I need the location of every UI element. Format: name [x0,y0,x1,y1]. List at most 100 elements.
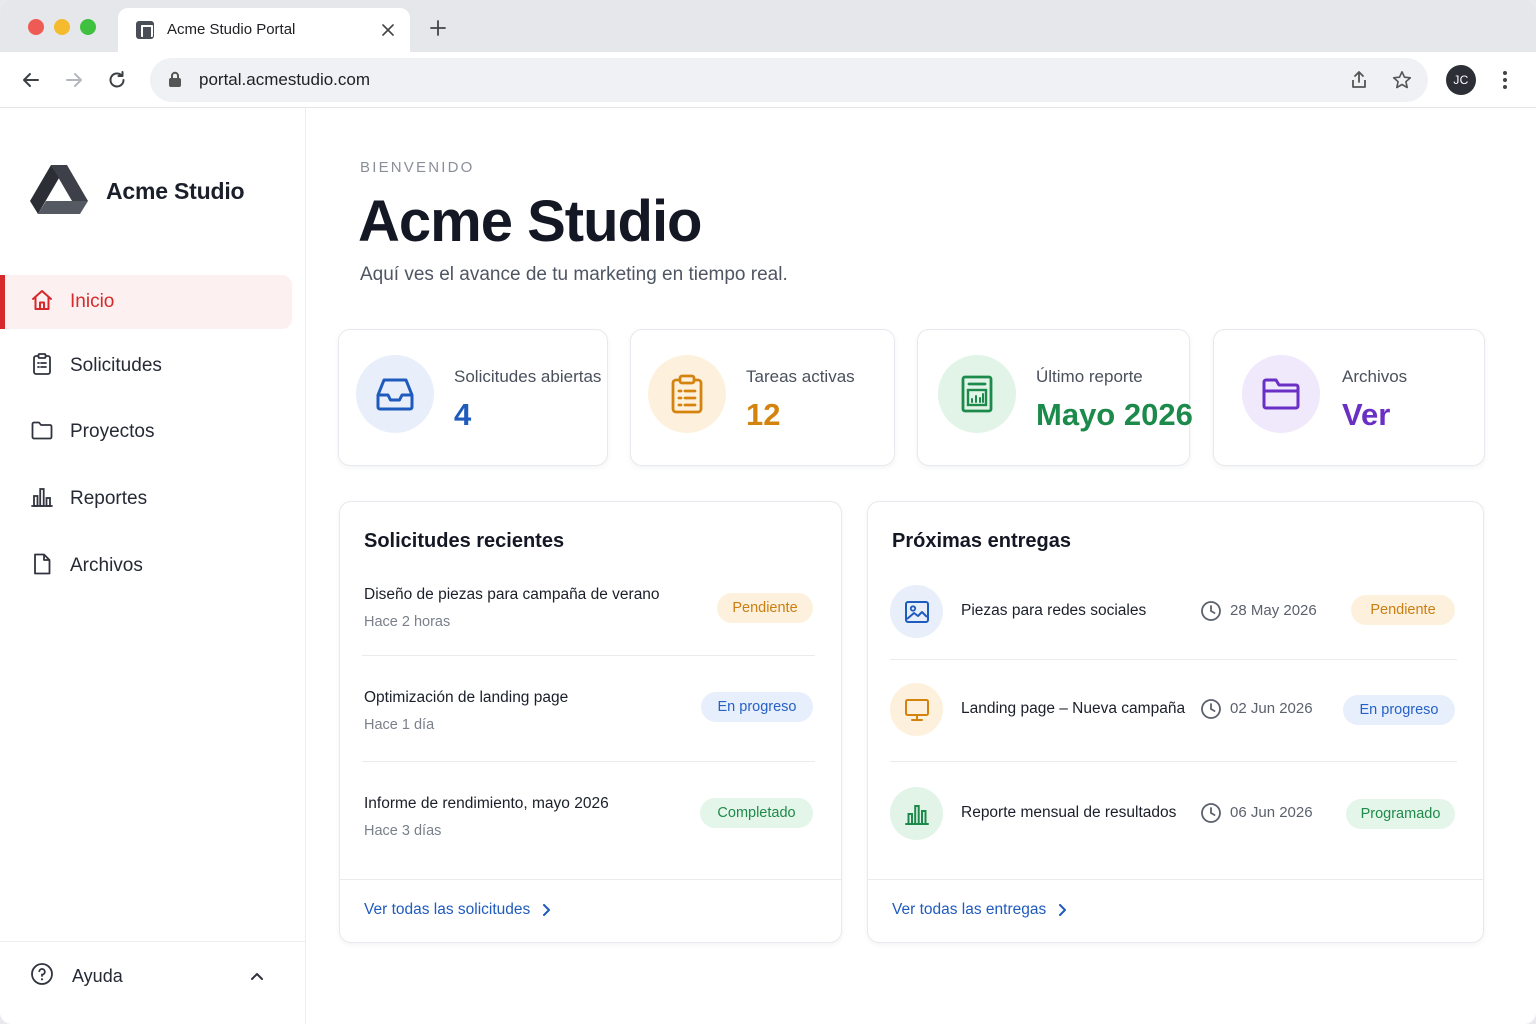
bar-chart-icon [30,485,54,514]
list-item[interactable]: Landing page – Nueva campaña 02 Jun 2026… [890,683,1464,737]
clock-icon [1200,600,1222,627]
stat-label: Archivos [1342,367,1408,386]
clock-icon [1200,802,1222,829]
reload-icon[interactable] [101,64,133,96]
browser-toolbar: portal.acmestudio.com JC [0,52,1536,108]
status-badge: En progreso [701,692,813,722]
delivery-date: 06 Jun 2026 [1230,804,1313,821]
window-minimize-control[interactable] [54,19,70,35]
stat-label: Solicitudes abiertas [454,367,602,386]
request-time: Hace 1 día [364,717,435,733]
home-icon [30,288,54,317]
panel-footer: Ver todas las entregas [868,879,1483,942]
page-subtitle: Aquí ves el avance de tu marketing en ti… [360,264,788,285]
stat-card-archivos[interactable]: Archivos Ver [1213,329,1485,466]
stat-label: Tareas activas [746,367,855,386]
sidebar-item-label: Proyectos [70,421,155,442]
status-badge: Pendiente [1351,595,1455,625]
favicon-icon [136,21,154,39]
sidebar-item-proyectos[interactable]: Proyectos [0,405,292,459]
footer-link-label: Ver todas las solicitudes [364,901,531,918]
address-bar[interactable]: portal.acmestudio.com [150,58,1428,102]
monitor-icon [890,683,943,736]
window-maximize-control[interactable] [80,19,96,35]
sidebar-item-reportes[interactable]: Reportes [0,472,292,526]
profile-avatar[interactable]: JC [1446,65,1476,95]
sidebar-item-archivos[interactable]: Archivos [0,539,292,593]
url-text: portal.acmestudio.com [199,70,371,89]
list-item[interactable]: Reporte mensual de resultados 06 Jun 202… [890,787,1464,841]
panel-footer: Ver todas las solicitudes [340,879,841,942]
footer-link-label: Ver todas las entregas [892,901,1047,918]
upcoming-deliveries-panel: Próximas entregas Piezas para redes soci… [867,501,1484,943]
status-badge: Pendiente [717,593,813,623]
report-icon [938,355,1016,433]
forward-arrow-icon[interactable] [58,64,90,96]
divider [890,761,1457,762]
delivery-date: 02 Jun 2026 [1230,700,1313,717]
request-time: Hace 3 días [364,823,442,839]
tab-close-icon[interactable] [376,18,400,42]
browser-menu-icon[interactable] [1494,66,1516,94]
tab-title: Acme Studio Portal [167,21,296,38]
chevron-up-icon[interactable] [250,968,264,986]
page-title: Acme Studio [358,189,702,254]
help-circle-icon [30,962,54,991]
view-all-deliveries-link[interactable]: Ver todas las entregas [892,901,1067,919]
status-badge: En progreso [1343,695,1455,725]
bookmark-star-icon[interactable] [1390,68,1414,92]
list-item[interactable]: Piezas para redes sociales 28 May 2026 P… [890,585,1464,639]
brand-name: Acme Studio [106,177,245,204]
stat-card-reporte[interactable]: Último reporte Mayo 2026 [917,329,1193,466]
stat-value: Ver [1342,397,1391,432]
window-close-control[interactable] [28,19,44,35]
request-title: Diseño de piezas para campaña de verano [364,586,660,603]
share-icon[interactable] [1347,68,1371,92]
stat-value: 12 [746,397,781,432]
sidebar-item-label: Inicio [70,291,115,312]
inbox-icon [356,355,434,433]
image-icon [890,585,943,638]
sidebar-item-label: Archivos [70,555,143,576]
sidebar: Acme Studio Inicio Solicitudes Proyectos… [0,108,306,1024]
welcome-eyebrow: BIENVENIDO [360,159,475,176]
request-title: Optimización de landing page [364,689,569,706]
sidebar-item-inicio[interactable]: Inicio [0,275,292,329]
request-title: Informe de rendimiento, mayo 2026 [364,795,609,812]
delivery-title: Reporte mensual de resultados [961,804,1177,821]
stat-card-solicitudes[interactable]: Solicitudes abiertas 4 [338,329,608,466]
chevron-right-icon [1059,904,1067,916]
sidebar-item-solicitudes[interactable]: Solicitudes [0,339,292,393]
lock-icon [168,71,182,93]
clock-icon [1200,698,1222,725]
panel-title: Próximas entregas [892,530,1071,552]
delivery-title: Landing page – Nueva campaña [961,700,1186,717]
divider [362,761,815,762]
stat-value: Mayo 2026 [1036,397,1193,432]
new-tab-icon[interactable] [424,14,452,42]
panel-title: Solicitudes recientes [364,530,565,552]
sidebar-item-label: Solicitudes [70,355,162,376]
sidebar-item-label: Reportes [70,488,148,509]
status-badge: Completado [700,798,813,828]
stat-label: Último reporte [1036,367,1143,386]
clipboard-icon [30,352,54,381]
main-content: BIENVENIDO Acme Studio Aquí ves el avanc… [306,108,1536,1024]
browser-tab-active[interactable]: Acme Studio Portal [118,8,410,52]
request-time: Hace 2 horas [364,614,451,630]
clipboard-list-icon [648,355,726,433]
folder-open-icon [1242,355,1320,433]
help-label: Ayuda [72,966,123,986]
stat-value: 4 [454,397,472,432]
back-arrow-icon[interactable] [15,64,47,96]
view-all-requests-link[interactable]: Ver todas las solicitudes [364,901,551,919]
tab-strip: Acme Studio Portal [0,0,1536,52]
recent-requests-panel: Solicitudes recientes Diseño de piezas p… [339,501,842,943]
bar-chart-icon [890,787,943,840]
help-menu[interactable]: Ayuda [0,941,305,1024]
status-badge: Programado [1346,799,1455,829]
brand[interactable]: Acme Studio [30,164,245,216]
chevron-right-icon [543,904,551,916]
delivery-date: 28 May 2026 [1230,602,1317,619]
stat-card-tareas[interactable]: Tareas activas 12 [630,329,895,466]
